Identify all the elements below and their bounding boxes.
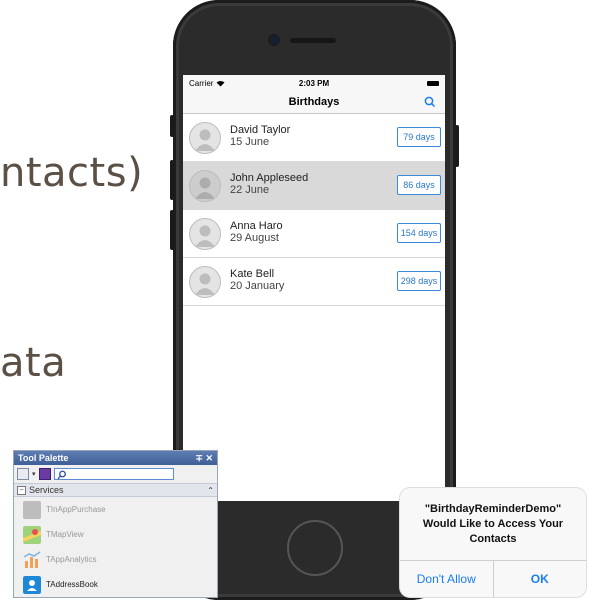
contact-birthday: 20 January (230, 280, 285, 292)
search-icon (57, 470, 66, 480)
contact-row[interactable]: John Appleseed 22 June 86 days (183, 162, 445, 210)
palette-item[interactable]: TInAppPurchase (14, 497, 217, 522)
avatar-icon (189, 266, 221, 298)
avatar-icon (189, 170, 221, 202)
contact-birthday: 15 June (230, 136, 270, 148)
days-remaining-badge: 79 days (397, 127, 441, 147)
navigation-bar: Birthdays (183, 91, 445, 114)
power-button (455, 125, 459, 167)
home-button[interactable] (287, 520, 343, 576)
alert-buttons: Don't Allow OK (400, 561, 586, 597)
nav-title: Birthdays (288, 96, 340, 108)
tool-palette-window: Tool Palette ∓ ✕ ▾ − Services ⌃ TInAppPu… (13, 450, 218, 598)
days-remaining-badge: 154 days (397, 223, 441, 243)
contact-row[interactable]: David Taylor 15 June 79 days (183, 114, 445, 162)
category-services[interactable]: − Services ⌃ (14, 483, 217, 497)
chevron-up-icon[interactable]: ⌃ (207, 486, 214, 495)
category-label: Services (29, 485, 64, 495)
tool-palette-title: Tool Palette (18, 453, 69, 463)
search-icon[interactable] (423, 95, 437, 109)
analytics-icon (23, 550, 41, 568)
contact-row[interactable]: Kate Bell 20 January 298 days (183, 258, 445, 306)
palette-item[interactable]: TAppAnalytics (14, 547, 217, 572)
address-book-icon (23, 575, 41, 594)
palette-item-label: TAddressBook (46, 580, 98, 589)
alert-request-text: Would Like to Access Your (422, 517, 564, 530)
palette-item-label: TInAppPurchase (46, 505, 106, 514)
contact-name: Kate Bell (230, 268, 275, 280)
alert-message: "BirthdayReminderDemo" Would Like to Acc… (400, 488, 586, 561)
contact-birthday: 29 August (230, 232, 279, 244)
earpiece-speaker (290, 38, 336, 43)
volume-down-button (170, 210, 174, 250)
status-bar: Carrier 2:03 PM (183, 75, 445, 91)
contact-birthday: 22 June (230, 184, 270, 196)
mute-switch (170, 115, 174, 137)
collapse-icon[interactable]: − (17, 485, 26, 495)
alert-resource-text: Contacts (469, 532, 517, 545)
dont-allow-button[interactable]: Don't Allow (400, 561, 493, 597)
volume-up-button (170, 160, 174, 200)
palette-search-input[interactable] (53, 468, 174, 480)
contact-name: Anna Haro (230, 220, 283, 232)
contact-row[interactable]: Anna Haro 29 August 154 days (183, 210, 445, 258)
contact-name: David Taylor (230, 124, 291, 136)
categories-dropdown-icon[interactable] (17, 468, 29, 480)
component-icon[interactable] (38, 468, 51, 480)
palette-item[interactable]: TAddressBook (14, 572, 217, 597)
tool-palette-titlebar: Tool Palette ∓ ✕ (14, 451, 217, 465)
window-controls[interactable]: ∓ ✕ (195, 453, 213, 464)
slide-text-data: ata (0, 340, 67, 386)
avatar-icon (189, 218, 221, 250)
palette-item-label: TAppAnalytics (46, 555, 97, 564)
palette-toolbar: ▾ (14, 465, 217, 483)
palette-item[interactable]: TMapView (14, 522, 217, 547)
status-time: 2:03 PM (298, 78, 330, 88)
chevron-down-icon[interactable]: ▾ (32, 470, 36, 478)
birthday-list: David Taylor 15 June 79 days John Apples… (183, 114, 445, 306)
slide-text-contacts: ntacts) (0, 150, 144, 196)
alert-app-name: "BirthdayReminderDemo" (424, 502, 562, 515)
days-remaining-badge: 86 days (397, 175, 441, 195)
map-icon (23, 525, 41, 544)
permission-alert: "BirthdayReminderDemo" Would Like to Acc… (400, 488, 586, 597)
phone-screen: Carrier 2:03 PM Birthdays David Taylor 1… (183, 75, 445, 501)
palette-item-label: TMapView (46, 530, 84, 539)
cart-icon (23, 500, 41, 519)
days-remaining-badge: 298 days (397, 271, 441, 291)
avatar-icon (189, 122, 221, 154)
ok-button[interactable]: OK (492, 561, 587, 597)
contact-name: John Appleseed (230, 172, 309, 184)
front-camera (270, 36, 278, 44)
